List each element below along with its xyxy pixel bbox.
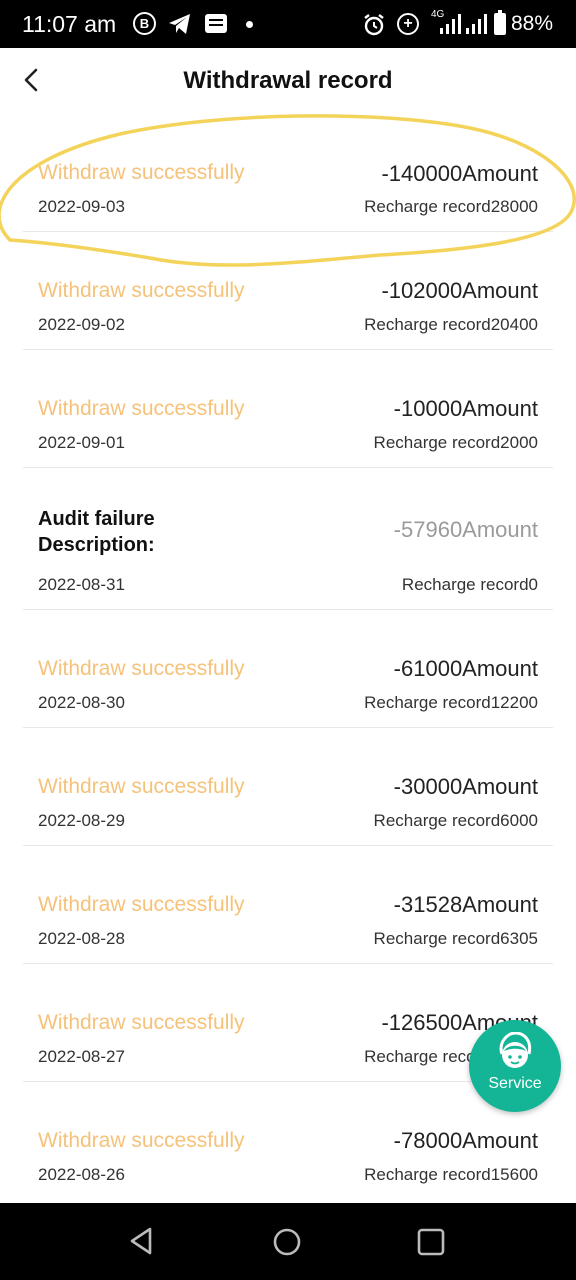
record-item-failed[interactable]: Audit failure Description: -57960Amount … (23, 468, 553, 610)
record-date: 2022-08-27 (38, 1047, 125, 1066)
record-recharge: Recharge record12200 (364, 693, 538, 712)
record-recharge: Recharge record15600 (364, 1165, 538, 1184)
record-amount: -78000Amount (393, 1128, 538, 1153)
status-bar: 11:07 am B + 4G 88% (0, 0, 576, 48)
record-item[interactable]: Withdraw successfully -102000Amount 2022… (23, 232, 553, 350)
record-recharge: Recharge record20400 (364, 315, 538, 334)
record-item[interactable]: Withdraw successfully -10000Amount 2022-… (23, 350, 553, 468)
record-amount: -10000Amount (393, 396, 538, 421)
record-item[interactable]: Withdraw successfully -30000Amount 2022-… (23, 728, 553, 846)
record-status: Withdraw successfully (38, 1129, 245, 1152)
record-date: 2022-08-31 (38, 575, 125, 594)
record-amount: -30000Amount (393, 774, 538, 799)
b-notification-icon: B (133, 12, 156, 35)
record-date: 2022-08-30 (38, 693, 125, 712)
data-saver-icon: + (397, 13, 419, 35)
record-status: Withdraw successfully (38, 279, 245, 302)
record-status-failed: Audit failure Description: (38, 508, 155, 556)
nav-back-button[interactable] (126, 1225, 158, 1262)
telegram-icon (168, 13, 192, 40)
message-icon (205, 14, 227, 33)
alarm-icon (362, 13, 386, 42)
service-label: Service (488, 1075, 542, 1092)
record-amount: -57960Amount (393, 517, 538, 542)
record-amount: -102000Amount (381, 278, 538, 303)
record-date: 2022-08-26 (38, 1165, 125, 1184)
record-status: Withdraw successfully (38, 775, 245, 798)
record-date: 2022-09-02 (38, 315, 125, 334)
record-status: Withdraw successfully (38, 161, 245, 184)
app-header: Withdrawal record (0, 48, 576, 114)
record-date: 2022-08-28 (38, 929, 125, 948)
record-date: 2022-09-01 (38, 433, 125, 452)
record-recharge: Recharge record0 (401, 575, 538, 594)
record-status: Withdraw successfully (38, 893, 245, 916)
record-status: Withdraw successfully (38, 397, 245, 420)
signal-icon-secondary (466, 14, 488, 39)
record-item[interactable]: Withdraw successfully -61000Amount 2022-… (23, 610, 553, 728)
battery-percentage: 88% (511, 12, 554, 35)
record-date: 2022-09-03 (38, 197, 125, 216)
record-amount: -61000Amount (393, 656, 538, 681)
record-recharge: Recharge record6305 (373, 929, 538, 948)
record-amount: -31528Amount (393, 892, 538, 917)
record-recharge: Recharge record6000 (373, 811, 538, 830)
customer-service-icon (499, 1032, 532, 1068)
service-button[interactable]: Service (469, 1020, 561, 1112)
record-date: 2022-08-29 (38, 811, 125, 830)
record-amount: -140000Amount (381, 161, 538, 186)
system-navigation-bar (0, 1203, 576, 1280)
record-recharge: Recharge record28000 (364, 197, 538, 216)
record-recharge: Recharge record2000 (373, 433, 538, 452)
nav-recents-button[interactable] (414, 1225, 448, 1264)
triangle-back-icon (130, 1227, 152, 1255)
circle-home-icon (273, 1228, 301, 1256)
more-notifications-dot-icon (246, 21, 253, 28)
record-status: Withdraw successfully (38, 657, 245, 680)
battery-icon (494, 10, 506, 35)
signal-icon (440, 14, 462, 39)
record-item[interactable]: Withdraw successfully -78000Amount 2022-… (23, 1082, 553, 1200)
page-title: Withdrawal record (183, 67, 393, 94)
record-item[interactable]: Withdraw successfully -140000Amount 2022… (23, 114, 553, 232)
square-recents-icon (417, 1228, 445, 1256)
nav-home-button[interactable] (270, 1225, 304, 1264)
record-item[interactable]: Withdraw successfully -31528Amount 2022-… (23, 846, 553, 964)
status-time: 11:07 am (22, 11, 117, 37)
record-status: Withdraw successfully (38, 1011, 245, 1034)
